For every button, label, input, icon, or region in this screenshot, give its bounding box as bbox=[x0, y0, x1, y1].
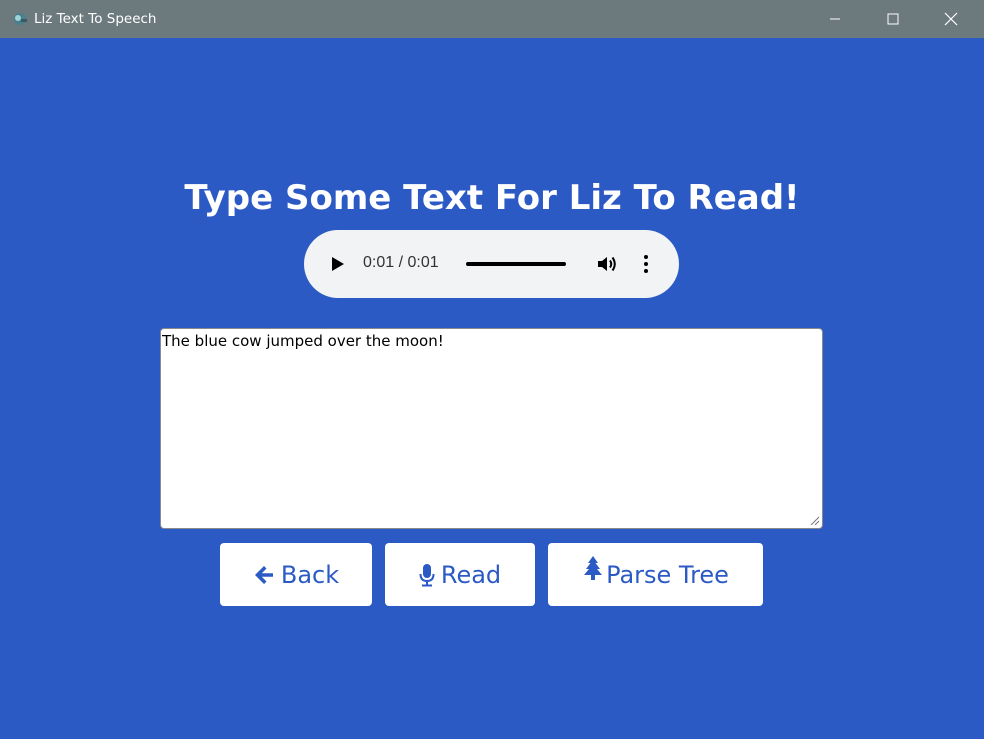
read-button-label: Read bbox=[440, 560, 502, 589]
minimize-button[interactable] bbox=[806, 0, 864, 38]
back-button-label: Back bbox=[280, 560, 340, 589]
volume-icon[interactable] bbox=[596, 254, 618, 274]
audio-time-display: 0:01 / 0:01 bbox=[363, 254, 439, 271]
maximize-button[interactable] bbox=[864, 0, 922, 38]
play-icon[interactable] bbox=[330, 254, 346, 274]
parse-tree-button[interactable]: Parse Tree bbox=[548, 543, 763, 606]
app-icon bbox=[14, 13, 27, 25]
close-button[interactable] bbox=[922, 0, 980, 38]
back-button[interactable]: Back bbox=[220, 543, 372, 606]
title-bar: Liz Text To Speech bbox=[0, 0, 984, 38]
parse-tree-button-label: Parse Tree bbox=[606, 560, 729, 589]
microphone-icon bbox=[419, 563, 435, 587]
audio-progress-slider[interactable] bbox=[466, 262, 566, 266]
maximize-icon bbox=[887, 13, 899, 25]
minimize-icon bbox=[830, 18, 840, 20]
audio-player[interactable]: 0:01 / 0:01 bbox=[304, 230, 679, 298]
window-title: Liz Text To Speech bbox=[34, 11, 157, 27]
close-icon bbox=[944, 12, 958, 26]
tree-icon bbox=[582, 555, 604, 581]
read-button[interactable]: Read bbox=[385, 543, 535, 606]
page-heading: Type Some Text For Liz To Read! bbox=[184, 178, 800, 218]
arrow-left-icon bbox=[253, 564, 275, 586]
audio-progress-fill bbox=[466, 262, 566, 266]
more-vert-icon[interactable] bbox=[640, 254, 652, 274]
speech-text-input[interactable]: The blue cow jumped over the moon! bbox=[160, 328, 823, 529]
